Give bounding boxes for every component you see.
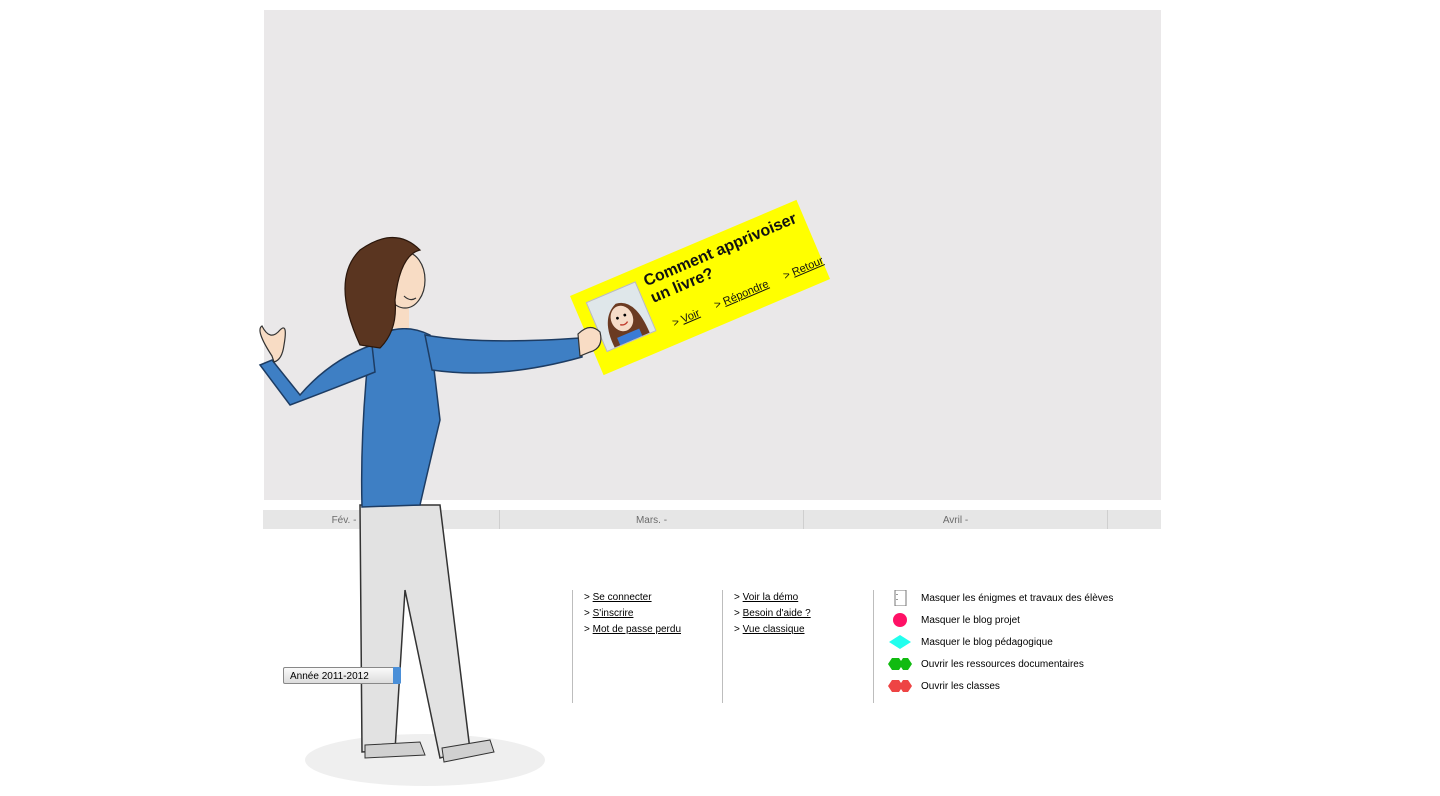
month-apr[interactable]: Avril - [804, 510, 1108, 529]
help-link[interactable]: > Besoin d'aide ? [734, 608, 811, 619]
cyan-diamond-icon [889, 635, 911, 649]
legend-item-student-work[interactable]: Masquer les énigmes et travaux des élève… [888, 590, 1148, 608]
login-link[interactable]: > Se connecter [584, 592, 652, 603]
year-select[interactable]: Année 2011-2012 [283, 667, 401, 684]
classic-view-link[interactable]: > Vue classique [734, 624, 805, 635]
dropdown-arrow-icon [393, 667, 401, 684]
divider [572, 590, 573, 703]
pink-circle-icon [893, 613, 907, 627]
demo-link[interactable]: > Voir la démo [734, 592, 798, 603]
red-double-hexagon-icon [888, 680, 912, 692]
legend-item-pedagogic-blog[interactable]: Masquer le blog pédagogique [888, 634, 1148, 652]
signup-link[interactable]: > S'inscrire [584, 608, 633, 619]
woman-illustration [258, 237, 602, 786]
account-links: > Se connecter > S'inscrire > Mot de pas… [572, 590, 722, 703]
legend-divider [873, 590, 874, 703]
legend-item-classes[interactable]: Ouvrir les classes [888, 678, 1148, 696]
help-links: > Voir la démo > Besoin d'aide ? > Vue c… [722, 590, 872, 703]
legend-item-resources[interactable]: Ouvrir les ressources documentaires [888, 656, 1148, 674]
lost-password-link[interactable]: > Mot de passe perdu [584, 624, 681, 635]
legend-item-project-blog[interactable]: Masquer le blog projet [888, 612, 1148, 630]
green-double-hexagon-icon [888, 658, 912, 670]
notebook-icon [894, 590, 907, 606]
divider [722, 590, 723, 703]
